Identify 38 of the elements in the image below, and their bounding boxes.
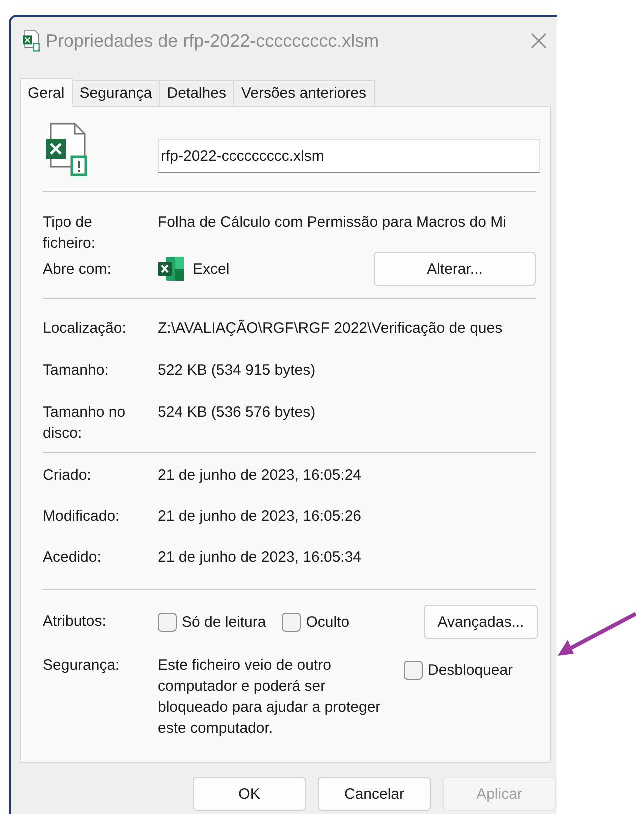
window-title: Propriedades de rfp-2022-ccccccccc.xlsm bbox=[46, 30, 380, 52]
field-label: Criado: bbox=[43, 466, 92, 486]
checkbox[interactable] bbox=[158, 612, 177, 632]
checkbox[interactable] bbox=[404, 661, 423, 680]
close-icon[interactable] bbox=[531, 33, 547, 49]
field-label: Segurança: bbox=[43, 656, 121, 676]
field-label: Tipo de ficheiro: bbox=[43, 213, 97, 254]
checkbox-label[interactable]: Desbloquear bbox=[428, 660, 514, 681]
field-value: Folha de Cálculo com Permissão para Macros do Mi bbox=[158, 213, 506, 233]
field-value: 21 de junho de 2023, 16:05:24 bbox=[158, 466, 362, 486]
tab[interactable]: Versões anteriores bbox=[234, 80, 375, 106]
field-value: Z:\AVALIAÇÃO\RGF\RGF 2022\Verificação de ques bbox=[158, 318, 503, 339]
field-label: Atributos: bbox=[43, 612, 108, 632]
tab[interactable]: Geral bbox=[20, 78, 73, 107]
field-value: 21 de junho de 2023, 16:05:34 bbox=[158, 548, 362, 568]
excel-file-icon bbox=[21, 30, 43, 52]
field-value: 522 KB (534 915 bytes) bbox=[158, 361, 316, 381]
security-message: Este ficheiro veio de outro computador e poderá ser bloqueado para ajudar a proteger este computador. bbox=[158, 656, 382, 739]
field-value: 524 KB (536 576 bytes) bbox=[158, 403, 316, 423]
field-value: Excel bbox=[193, 260, 231, 280]
excel-app-icon bbox=[158, 257, 184, 281]
tab[interactable]: Detalhes bbox=[160, 80, 234, 106]
advanced-button[interactable]: Avançadas... bbox=[424, 605, 538, 639]
tab[interactable]: Segurança bbox=[72, 80, 160, 106]
field-label: Tamanho no disco: bbox=[43, 403, 127, 444]
field-label: Acedido: bbox=[43, 548, 102, 568]
field-label: Localização: bbox=[43, 319, 128, 339]
file-name-field[interactable]: rfp-2022-ccccccccc.xlsm bbox=[158, 139, 540, 173]
field-label: Modificado: bbox=[43, 507, 121, 527]
checkbox-label[interactable]: Oculto bbox=[306, 612, 350, 632]
field-label: Abre com: bbox=[43, 260, 112, 280]
field-value: 21 de junho de 2023, 16:05:26 bbox=[158, 507, 362, 527]
field-label: Tamanho: bbox=[43, 361, 110, 381]
change-button[interactable]: Alterar... bbox=[374, 252, 536, 286]
checkbox-label[interactable]: Só de leitura bbox=[182, 612, 266, 632]
checkbox[interactable] bbox=[282, 612, 302, 632]
dialog-button[interactable]: Cancelar bbox=[318, 777, 431, 811]
dialog-button[interactable]: OK bbox=[193, 777, 306, 811]
